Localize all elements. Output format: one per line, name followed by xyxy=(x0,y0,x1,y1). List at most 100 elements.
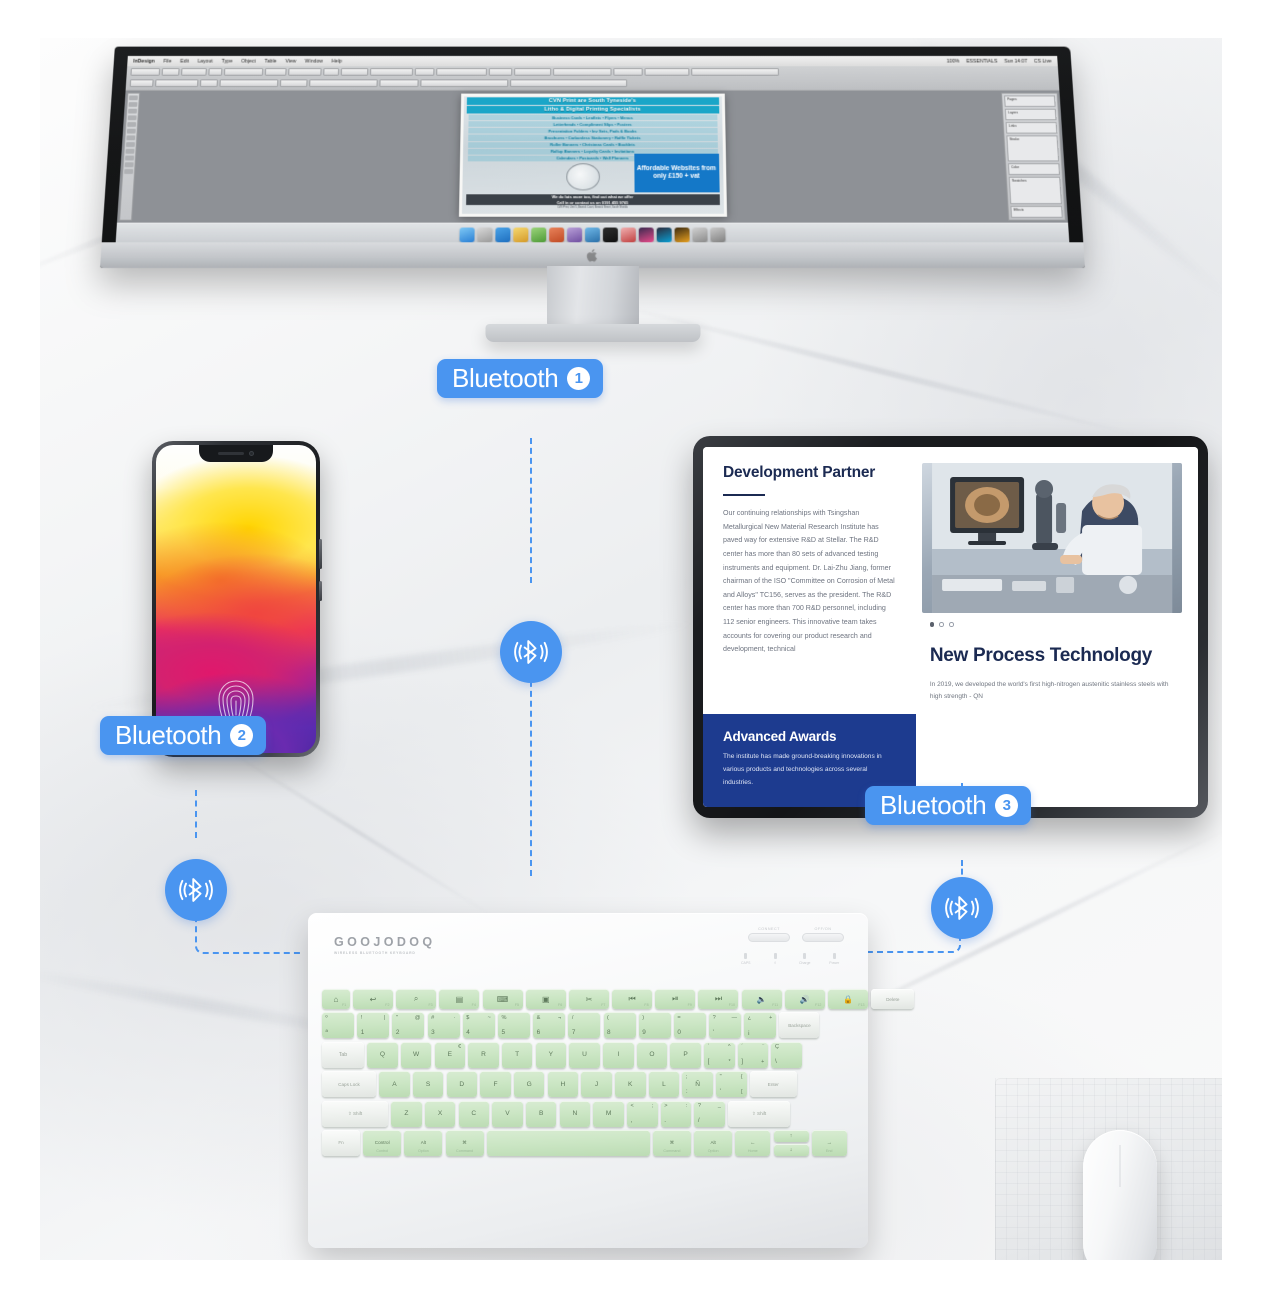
tool-icon[interactable] xyxy=(127,129,136,134)
toolbar-chip[interactable] xyxy=(200,79,218,87)
key-u[interactable]: U xyxy=(569,1042,600,1068)
menu-workspace[interactable]: ESSENTIALS xyxy=(966,58,997,64)
key-w[interactable]: W xyxy=(401,1042,432,1068)
space-bar[interactable] xyxy=(487,1130,650,1156)
key-shift[interactable]: ⇧ Shift xyxy=(728,1101,790,1127)
key-[interactable]: ⌘ Command xyxy=(446,1130,484,1156)
panel-layers[interactable]: Layers xyxy=(1005,109,1057,120)
panel-stroke[interactable]: Stroke xyxy=(1006,135,1059,162)
toolbar-chip[interactable] xyxy=(489,68,512,76)
key-[interactable]: ⌘ Command xyxy=(653,1130,691,1156)
menu-item-help[interactable]: Help xyxy=(332,58,343,64)
key-[interactable]: ;: Ñ xyxy=(682,1071,713,1097)
toolbar-chip[interactable] xyxy=(224,68,263,76)
menu-item-type[interactable]: Type xyxy=(221,58,232,64)
key-tab[interactable]: Tab xyxy=(322,1042,364,1068)
tool-icon[interactable] xyxy=(127,122,136,127)
key-x[interactable]: X xyxy=(425,1101,456,1127)
toolbar-chip[interactable] xyxy=(155,79,198,87)
key-[interactable]: <,; xyxy=(627,1101,658,1127)
lock-icon[interactable]: 🔒 F13 xyxy=(828,989,868,1009)
key-k[interactable]: K xyxy=(615,1071,646,1097)
key-control[interactable]: Control Control xyxy=(363,1130,401,1156)
key-arrow-down[interactable]: ↓ xyxy=(774,1144,809,1156)
dock-icon-photos[interactable] xyxy=(567,228,582,243)
tool-icon[interactable] xyxy=(124,169,133,174)
screenshot-icon[interactable]: ▣ F6 xyxy=(526,989,566,1009)
key-0[interactable]: = 0 xyxy=(674,1012,706,1038)
key-capslock[interactable]: Caps Lock xyxy=(322,1071,376,1097)
toolbar-chip[interactable] xyxy=(341,68,369,76)
toolbar-chip[interactable] xyxy=(420,79,508,87)
volume-down-icon[interactable]: 🔈 F11 xyxy=(742,989,782,1009)
toolbar-chip[interactable] xyxy=(309,79,377,87)
tool-icon[interactable] xyxy=(125,149,134,154)
back-icon[interactable]: ↩ F2 xyxy=(353,989,393,1009)
key-9[interactable]: ) 9 xyxy=(639,1012,671,1038)
dock-icon-messages[interactable] xyxy=(585,228,600,243)
key-c[interactable]: C xyxy=(459,1101,490,1127)
toolbar-chip[interactable] xyxy=(162,68,180,76)
dock-icon-mail[interactable] xyxy=(513,228,528,243)
power-switch[interactable]: OFF/ON xyxy=(802,927,844,942)
menu-cs-live[interactable]: CS Live xyxy=(1034,58,1052,64)
home-icon[interactable]: ⌂ F1 xyxy=(322,989,350,1009)
key-enter[interactable]: Enter xyxy=(750,1071,797,1097)
key-v[interactable]: V xyxy=(492,1101,523,1127)
toolbar-chip[interactable] xyxy=(379,79,418,87)
key-b[interactable]: B xyxy=(526,1101,557,1127)
toolbar-chip[interactable] xyxy=(510,79,627,87)
volume-up-icon[interactable]: 🔊 F12 xyxy=(785,989,825,1009)
dock-icon-safari[interactable] xyxy=(495,228,510,243)
toolbar-chip[interactable] xyxy=(323,68,339,76)
key-4[interactable]: $4 ~ xyxy=(463,1012,495,1038)
key-alt[interactable]: Alt Option xyxy=(694,1130,732,1156)
key-f[interactable]: F xyxy=(480,1071,511,1097)
indesign-canvas[interactable]: CVN Print are South Tyneside's Litho & D… xyxy=(117,91,1068,223)
key-shift[interactable]: ⇧ Shift xyxy=(322,1101,388,1127)
key-[interactable]: ? / _ xyxy=(694,1101,725,1127)
key-backspace[interactable]: Backspace xyxy=(779,1012,819,1038)
key-[interactable]: ← Home xyxy=(735,1130,770,1156)
key-1[interactable]: ! 1 | xyxy=(357,1012,389,1038)
menu-item-edit[interactable]: Edit xyxy=(180,58,189,64)
indesign-document[interactable]: CVN Print are South Tyneside's Litho & D… xyxy=(458,94,726,217)
tool-icon[interactable] xyxy=(125,156,134,161)
toolbar-chip[interactable] xyxy=(130,68,160,76)
key-l[interactable]: L xyxy=(649,1071,680,1097)
key-[interactable]: " ' {[ xyxy=(716,1071,747,1097)
panel-pages[interactable]: Pages xyxy=(1004,95,1056,106)
key-q[interactable]: Q xyxy=(367,1042,398,1068)
dock-icon-terminal[interactable] xyxy=(603,228,618,243)
key-h[interactable]: H xyxy=(548,1071,579,1097)
dock-icon-contacts[interactable] xyxy=(531,228,546,243)
previous-track-icon[interactable]: ⏮ F8 xyxy=(612,989,652,1009)
macos-dock[interactable] xyxy=(116,223,1070,245)
tablet-screen[interactable]: Development Partner Our continuing relat… xyxy=(703,447,1198,807)
key-[interactable]: ¿ ¡ + xyxy=(744,1012,776,1038)
tool-icon[interactable] xyxy=(129,95,138,100)
menu-item-view[interactable]: View xyxy=(285,58,296,64)
toolbar-chip[interactable] xyxy=(514,68,551,76)
key-[interactable]: ? ' — xyxy=(709,1012,741,1038)
bluetooth-signal-icon-1[interactable] xyxy=(500,621,562,683)
key-r[interactable]: R xyxy=(468,1042,499,1068)
key-m[interactable]: M xyxy=(593,1101,624,1127)
tool-icon[interactable] xyxy=(125,162,134,167)
dock-icon-finder[interactable] xyxy=(459,228,474,243)
key-[interactable]: → End xyxy=(812,1130,847,1156)
key-j[interactable]: J xyxy=(581,1071,612,1097)
tool-icon[interactable] xyxy=(128,102,137,107)
tool-icon[interactable] xyxy=(126,142,135,147)
bluetooth-signal-icon-3[interactable] xyxy=(931,877,993,939)
dock-icon-indesign[interactable] xyxy=(639,228,654,243)
toolbar-chip[interactable] xyxy=(436,68,487,76)
indesign-panels-dock[interactable]: Pages Layers Links Stroke Color Swatches… xyxy=(1001,93,1066,221)
indesign-toolbar[interactable] xyxy=(126,66,1060,90)
menu-item-table[interactable]: Table xyxy=(264,58,276,64)
dock-icon-illustrator[interactable] xyxy=(675,228,690,243)
menu-item-object[interactable]: Object xyxy=(241,58,256,64)
key-i[interactable]: I xyxy=(603,1042,634,1068)
carousel-dots[interactable] xyxy=(916,613,1198,627)
toolbar-chip[interactable] xyxy=(280,79,308,87)
